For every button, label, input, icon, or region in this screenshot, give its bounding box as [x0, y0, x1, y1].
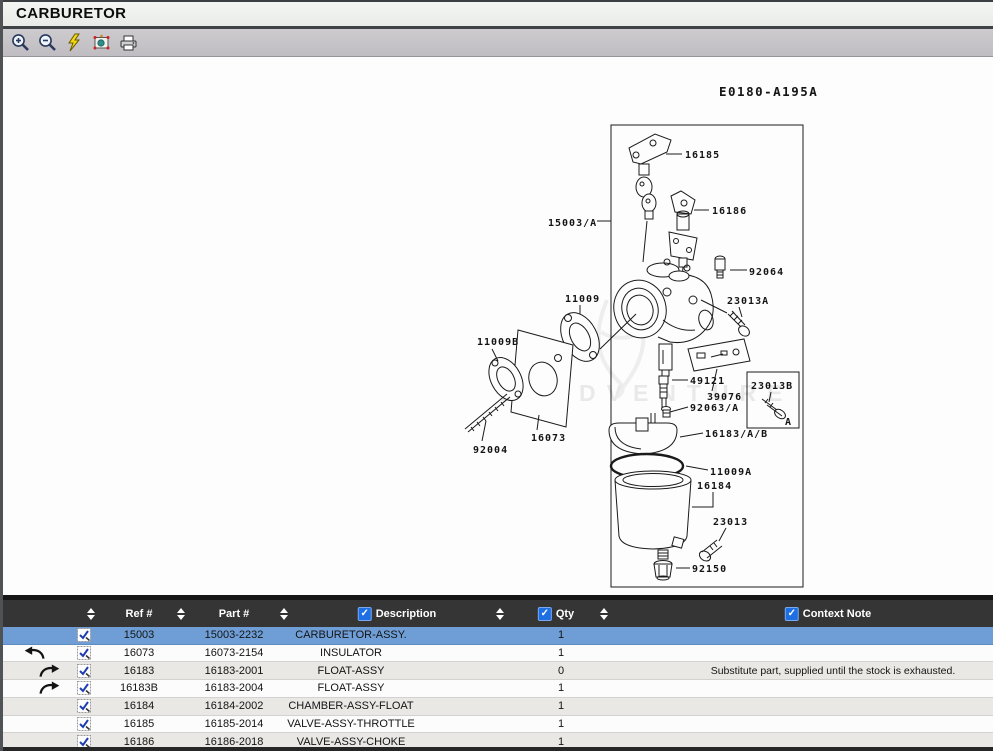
zoom-out-icon[interactable] — [36, 32, 58, 54]
diagram-canvas: LEADVENTURE — [3, 58, 993, 595]
description-cell: INSULATOR — [320, 647, 382, 659]
description-checkbox[interactable]: ✓ — [358, 607, 372, 621]
description-cell: FLOAT-ASSY — [317, 665, 384, 677]
doc-check-icon[interactable] — [77, 628, 91, 642]
part-label: 23013 — [713, 517, 748, 528]
column-header-ref: Ref # — [126, 608, 153, 620]
undo-arrow-icon — [22, 646, 48, 661]
part-label: 11009A — [710, 467, 752, 478]
table-row[interactable]: 16185 16185-2014 VALVE-ASSY-THROTTLE 1 — [3, 716, 993, 734]
part-cell: 16186-2018 — [205, 736, 264, 748]
bottom-bar — [3, 747, 993, 751]
part-cell: 16073-2154 — [205, 647, 264, 659]
doc-check-icon[interactable] — [77, 646, 91, 660]
diagram-linework — [465, 125, 803, 587]
title-bar: CARBURETOR — [3, 0, 993, 26]
sort-icon[interactable] — [280, 608, 288, 620]
zoom-in-icon[interactable] — [9, 32, 31, 54]
redo-arrow-icon — [36, 663, 62, 678]
qty-cell: 1 — [558, 736, 564, 748]
print-icon[interactable] — [117, 32, 139, 54]
part-label: 15003/A — [548, 218, 597, 229]
description-cell: VALVE-ASSY-CHOKE — [297, 736, 406, 748]
table-row[interactable]: 16183 16183-2001 FLOAT-ASSY 0 Substitute par… — [3, 662, 993, 680]
qty-cell: 0 — [558, 665, 564, 677]
part-cell: 16184-2002 — [205, 700, 264, 712]
redo-arrow-icon — [36, 681, 62, 696]
page-title: CARBURETOR — [16, 5, 126, 22]
column-header-description: ✓ Description — [358, 607, 437, 621]
part-label: 39076 — [707, 392, 742, 403]
part-label: 23013A — [727, 296, 769, 307]
description-cell: CHAMBER-ASSY-FLOAT — [288, 700, 413, 712]
ref-cell: 16185 — [124, 718, 155, 730]
part-label: 16186 — [712, 206, 747, 217]
part-label: A — [785, 417, 792, 428]
ref-cell: 16184 — [124, 700, 155, 712]
part-label: 49121 — [690, 376, 725, 387]
doc-check-icon[interactable] — [77, 699, 91, 713]
column-header-context-note: ✓ Context Note — [785, 607, 871, 621]
table-row[interactable]: 15003 15003-2232 CARBURETOR-ASSY. 1 — [3, 627, 993, 645]
ref-cell: 16183B — [120, 682, 158, 694]
table-row[interactable]: 16073 16073-2154 INSULATOR 1 — [3, 645, 993, 663]
qty-cell: 1 — [558, 700, 564, 712]
context-note-checkbox[interactable]: ✓ — [785, 607, 799, 621]
part-label: 23013B — [751, 381, 793, 392]
part-label: 11009 — [565, 294, 600, 305]
part-label: 16185 — [685, 150, 720, 161]
part-cell: 16185-2014 — [205, 718, 264, 730]
part-label: 92064 — [749, 267, 784, 278]
exploded-diagram: LEADVENTURE — [3, 58, 993, 595]
flash-icon[interactable] — [63, 32, 85, 54]
part-cell: 16183-2004 — [205, 682, 264, 694]
sort-icon[interactable] — [87, 608, 95, 620]
description-cell: FLOAT-ASSY — [317, 682, 384, 694]
qty-cell: 1 — [558, 647, 564, 659]
doc-check-icon[interactable] — [77, 664, 91, 678]
qty-cell: 1 — [558, 629, 564, 641]
qty-checkbox[interactable]: ✓ — [538, 607, 552, 621]
doc-check-icon[interactable] — [77, 681, 91, 695]
part-label: 92063/A — [690, 403, 739, 414]
column-header-qty: ✓ Qty — [538, 607, 574, 621]
ref-cell: 16186 — [124, 736, 155, 748]
ref-cell: 16183 — [124, 665, 155, 677]
part-label: 16073 — [531, 433, 566, 444]
doc-check-icon[interactable] — [77, 717, 91, 731]
description-cell: VALVE-ASSY-THROTTLE — [287, 718, 415, 730]
sort-icon[interactable] — [177, 608, 185, 620]
context-note-cell: Substitute part, supplied until the stoc… — [711, 665, 956, 677]
column-header-part: Part # — [219, 608, 250, 620]
sort-icon[interactable] — [496, 608, 504, 620]
qty-cell: 1 — [558, 682, 564, 694]
diagram-code: E0180-A195A — [719, 84, 818, 99]
part-label: 11009B — [477, 337, 519, 348]
part-cell: 16183-2001 — [205, 665, 264, 677]
parts-table-body: 1500315003-2232CARBURETOR-ASSY.116073160… — [3, 627, 993, 751]
parts-table-header: Ref # Part # ✓ Description ✓ Qty ✓ Conte… — [3, 600, 993, 627]
table-row[interactable]: 16183B 16183-2004 FLOAT-ASSY 1 — [3, 680, 993, 698]
part-label: 92004 — [473, 445, 508, 456]
ref-cell: 15003 — [124, 629, 155, 641]
part-label: 92150 — [692, 564, 727, 575]
part-label: 16183/A/B — [705, 429, 768, 440]
sort-icon[interactable] — [600, 608, 608, 620]
ref-cell: 16073 — [124, 647, 155, 659]
diagram-toolbar — [3, 29, 993, 57]
parts-catalog-window: CARBURETOR — [0, 0, 993, 751]
part-cell: 15003-2232 — [205, 629, 264, 641]
table-row[interactable]: 16184 16184-2002 CHAMBER-ASSY-FLOAT 1 — [3, 698, 993, 716]
description-cell: CARBURETOR-ASSY. — [295, 629, 406, 641]
qty-cell: 1 — [558, 718, 564, 730]
image-select-icon[interactable] — [90, 32, 112, 54]
part-label: 16184 — [697, 481, 732, 492]
